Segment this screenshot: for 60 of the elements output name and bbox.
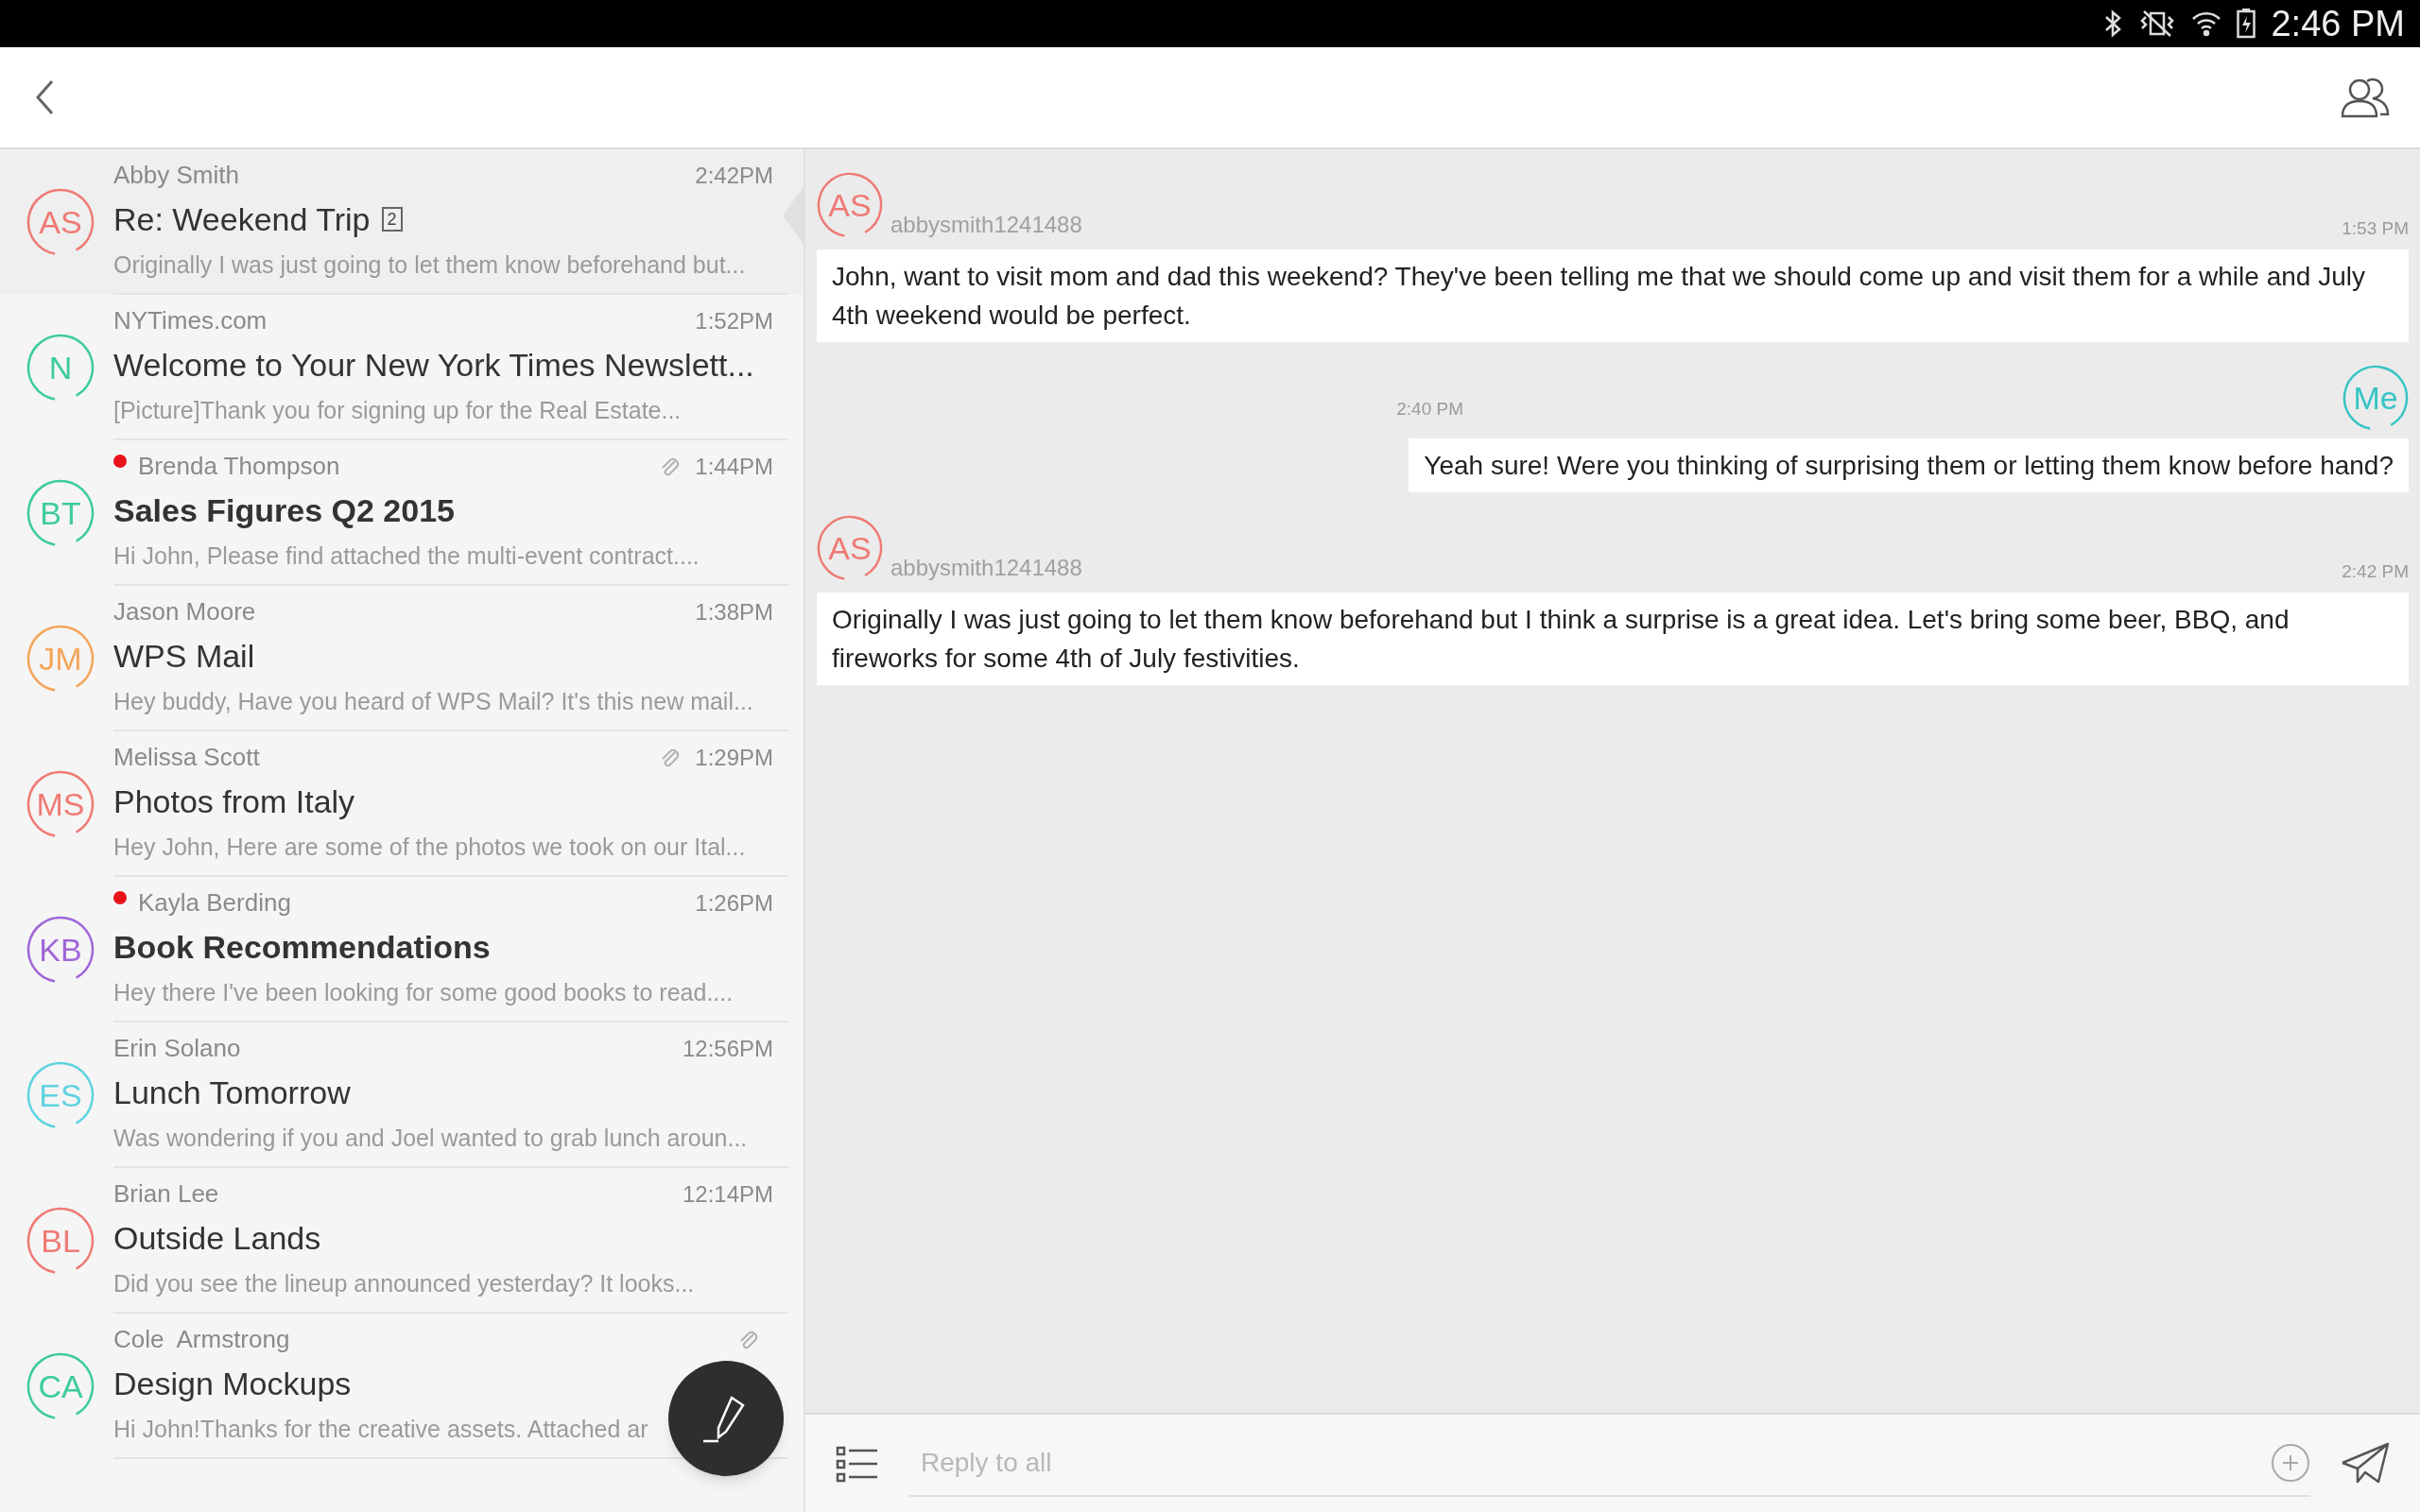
email-subject: Design Mockups xyxy=(113,1364,352,1403)
email-subject: Welcome to Your New York Times Newslett... xyxy=(113,345,754,385)
avatar: AS xyxy=(26,188,95,256)
avatar: JM xyxy=(26,625,95,693)
email-time: 1:38PM xyxy=(695,597,773,627)
email-item[interactable]: AS Abby Smith 2:42PM Re: Weekend Trip 2 Originally I was just going to let them know beforehand but... xyxy=(0,149,804,295)
username: abbysmith1241488 xyxy=(890,554,1082,582)
email-time: 1:26PM xyxy=(695,888,773,918)
sender-name: NYTimes.com xyxy=(113,305,268,337)
email-preview: Originally I was just going to let them know beforehand but... xyxy=(113,249,746,280)
sender-name: Melissa Scott xyxy=(113,742,260,774)
email-time: 1:52PM xyxy=(695,306,773,335)
sender-name: Abby Smith xyxy=(113,160,239,192)
email-preview: Was wondering if you and Joel wanted to grab lunch aroun... xyxy=(113,1123,748,1153)
avatar: BL xyxy=(26,1207,95,1275)
email-preview: Hi John, Please find attached the multi-event contract.... xyxy=(113,541,700,571)
avatar: ES xyxy=(26,1061,95,1129)
avatar: CA xyxy=(26,1352,95,1420)
avatar: Me xyxy=(2342,365,2409,431)
avatar: AS xyxy=(817,172,883,238)
email-time: 1:44PM xyxy=(695,452,773,481)
avatar: KB xyxy=(26,916,95,984)
email-subject: Outside Lands xyxy=(113,1218,321,1258)
clock: 2:46 PM xyxy=(2271,2,2405,45)
email-subject: Photos from Italy xyxy=(113,782,355,821)
message-bubble: Yeah sure! Were you thinking of surprising them or letting them know before hand? xyxy=(1409,438,2409,492)
sender-name: Cole Armstrong xyxy=(113,1324,290,1356)
email-time: 12:56PM xyxy=(682,1034,773,1063)
message-bubble: Originally I was just going to let them know beforehand but I think a surprise is a great idea. Let's bring some beer, BBQ, and fireworks for some 4th of July festivities. xyxy=(817,593,2409,685)
wifi-icon xyxy=(2191,9,2222,38)
email-subject: Re: Weekend Trip xyxy=(113,199,371,239)
sender-name: Brian Lee xyxy=(113,1178,219,1211)
email-preview: Hey John, Here are some of the photos we took on our Ital... xyxy=(113,832,746,862)
message-time: 2:42 PM xyxy=(2342,559,2409,583)
avatar: BT xyxy=(26,479,95,547)
avatar: AS xyxy=(817,515,883,581)
message-time: 2:40 PM xyxy=(1396,397,1463,421)
avatar: N xyxy=(26,334,95,402)
email-preview: [Picture]Thank you for signing up for the Real Estate... xyxy=(113,395,682,425)
message-time: 1:53 PM xyxy=(2342,216,2409,240)
battery-icon xyxy=(2237,9,2256,39)
sender-name: Erin Solano xyxy=(113,1033,241,1065)
email-preview: Hi John!Thanks for the creative assets. Attached ar xyxy=(113,1414,648,1444)
sender-name: Brenda Thompson xyxy=(138,451,340,483)
email-time: 12:14PM xyxy=(682,1179,773,1209)
email-preview: Hey buddy, Have you heard of WPS Mail? It's this new mail... xyxy=(113,686,753,716)
username: abbysmith1241488 xyxy=(890,211,1082,239)
message-bubble: John, want to visit mom and dad this weekend? They've been telling me that we should come up and visit them for a while and July 4th weekend would be perfect. xyxy=(817,249,2409,342)
email-preview: Hey there I've been looking for some good books to read.... xyxy=(113,977,734,1007)
email-subject: Book Recommendations xyxy=(113,927,491,967)
email-time: 1:29PM xyxy=(695,743,773,772)
sender-name: Jason Moore xyxy=(113,596,256,628)
avatar: MS xyxy=(26,770,95,838)
email-time: 2:42PM xyxy=(695,161,773,190)
thread-count: 2 xyxy=(381,207,403,232)
email-preview: Did you see the lineup announced yesterday? It looks... xyxy=(113,1268,695,1298)
email-subject: Lunch Tomorrow xyxy=(113,1073,351,1112)
email-subject: Sales Figures Q2 2015 xyxy=(113,490,455,530)
sender-name: Kayla Berding xyxy=(138,887,291,919)
email-subject: WPS Mail xyxy=(113,636,255,676)
